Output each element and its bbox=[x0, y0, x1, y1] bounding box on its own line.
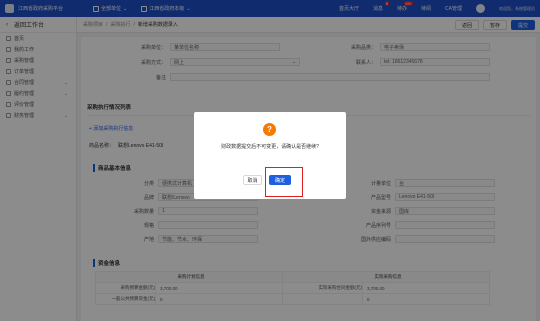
highlight-box bbox=[265, 167, 303, 197]
cancel-button[interactable]: 取消 bbox=[243, 175, 262, 185]
dialog-message: 财政数据提交后不可变更，请确认是否继续? bbox=[221, 144, 319, 150]
question-icon: ? bbox=[263, 123, 276, 136]
